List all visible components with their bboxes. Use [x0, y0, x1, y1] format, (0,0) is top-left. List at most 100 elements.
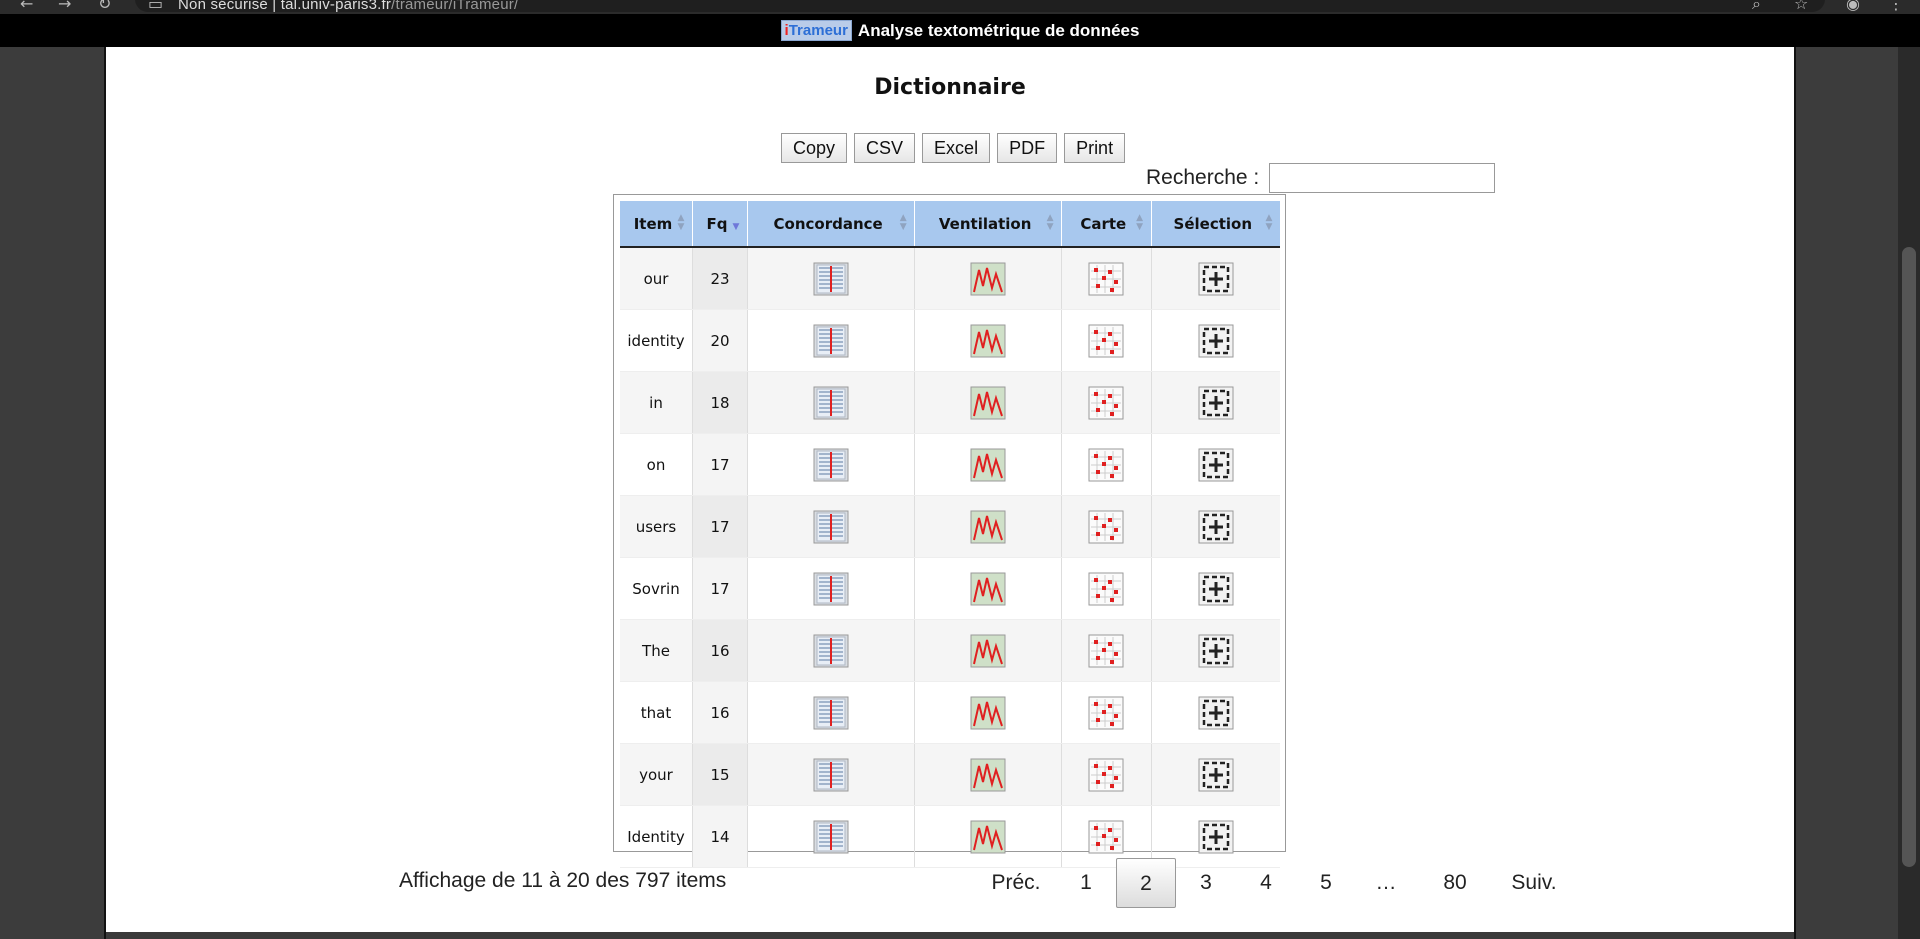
frequency-cell: 16 [692, 619, 748, 682]
concordance-list-icon[interactable] [813, 510, 849, 543]
distribution-graph-icon[interactable] [970, 324, 1006, 357]
bookmark-star-icon[interactable]: ☆ [1794, 0, 1808, 12]
item-cell: on [620, 433, 693, 496]
map-grid-icon[interactable] [1088, 262, 1124, 295]
column-header-item[interactable]: Item ▲ ▼ [620, 201, 693, 248]
page-button-3[interactable]: 3 [1176, 858, 1236, 908]
distribution-graph-icon[interactable] [970, 696, 1006, 729]
sort-desc-icon: ▼ [732, 222, 740, 232]
distribution-graph-icon[interactable] [970, 448, 1006, 481]
add-selection-icon[interactable] [1198, 634, 1234, 667]
column-header-concordance[interactable]: Concordance ▲ ▼ [747, 201, 916, 248]
frequency-cell: 17 [692, 557, 748, 620]
menu-kebab-icon[interactable]: ⋮ [1888, 0, 1904, 12]
frequency-cell: 15 [692, 743, 748, 806]
distribution-graph-icon[interactable] [970, 386, 1006, 419]
item-cell: in [620, 371, 693, 434]
concordance-cell [747, 805, 916, 868]
distribution-graph-icon[interactable] [970, 758, 1006, 791]
concordance-list-icon[interactable] [813, 634, 849, 667]
sort-icon: ▲ ▼ [1136, 213, 1143, 232]
carte-cell [1061, 433, 1152, 496]
concordance-list-icon[interactable] [813, 820, 849, 853]
table-row: identity 20 [620, 309, 1280, 372]
concordance-list-icon[interactable] [813, 572, 849, 605]
print-button[interactable]: Print [1064, 133, 1126, 163]
map-grid-icon[interactable] [1088, 696, 1124, 729]
concordance-list-icon[interactable] [813, 324, 849, 357]
add-selection-icon[interactable] [1198, 820, 1234, 853]
forward-icon[interactable]: → [58, 0, 71, 12]
concordance-cell [747, 371, 916, 434]
page-scrollbar[interactable] [1898, 47, 1920, 939]
reload-icon[interactable]: ↻ [98, 0, 111, 12]
map-grid-icon[interactable] [1088, 324, 1124, 357]
ventilation-cell [914, 495, 1063, 558]
distribution-graph-icon[interactable] [970, 820, 1006, 853]
map-grid-icon[interactable] [1088, 448, 1124, 481]
browser-chrome: ← → ↻ ▭ Non sécurisé | tal.univ-paris3.f… [0, 0, 1920, 14]
page-info-icon[interactable]: ▭ [148, 0, 163, 12]
page-button-2[interactable]: 2 [1116, 858, 1176, 908]
frequency-cell: 17 [692, 433, 748, 496]
concordance-list-icon[interactable] [813, 386, 849, 419]
ventilation-cell [914, 681, 1063, 744]
page-title: Dictionnaire [874, 75, 1026, 100]
csv-button[interactable]: CSV [854, 133, 916, 163]
next-page-button[interactable]: Suiv. [1494, 858, 1574, 908]
map-grid-icon[interactable] [1088, 572, 1124, 605]
map-grid-icon[interactable] [1088, 510, 1124, 543]
concordance-list-icon[interactable] [813, 448, 849, 481]
table-row: in 18 [620, 371, 1280, 434]
distribution-graph-icon[interactable] [970, 572, 1006, 605]
selection-cell [1151, 371, 1280, 434]
carte-cell [1061, 495, 1152, 558]
zoom-icon[interactable]: ⌕ [1752, 0, 1761, 12]
selection-cell [1151, 247, 1280, 310]
table-row: The 16 [620, 619, 1280, 682]
map-grid-icon[interactable] [1088, 820, 1124, 853]
distribution-graph-icon[interactable] [970, 262, 1006, 295]
map-grid-icon[interactable] [1088, 386, 1124, 419]
add-selection-icon[interactable] [1198, 262, 1234, 295]
add-selection-icon[interactable] [1198, 758, 1234, 791]
prev-page-button[interactable]: Préc. [976, 858, 1056, 908]
concordance-list-icon[interactable] [813, 262, 849, 295]
map-grid-icon[interactable] [1088, 634, 1124, 667]
address-url: Non sécurisé | tal.univ-paris3.fr/trameu… [178, 0, 519, 13]
add-selection-icon[interactable] [1198, 324, 1234, 357]
concordance-cell [747, 681, 916, 744]
page-button-1[interactable]: 1 [1056, 858, 1116, 908]
concordance-list-icon[interactable] [813, 696, 849, 729]
column-header-ventilation[interactable]: Ventilation ▲ ▼ [914, 201, 1063, 248]
page-button-80[interactable]: 80 [1416, 858, 1494, 908]
column-header-carte[interactable]: Carte ▲ ▼ [1061, 201, 1152, 248]
concordance-cell [747, 743, 916, 806]
app-logo[interactable]: iTrameur [780, 20, 852, 41]
concordance-cell [747, 309, 916, 372]
page-button-5[interactable]: 5 [1296, 858, 1356, 908]
add-selection-icon[interactable] [1198, 510, 1234, 543]
add-selection-icon[interactable] [1198, 696, 1234, 729]
frequency-cell: 20 [692, 309, 748, 372]
excel-button[interactable]: Excel [922, 133, 991, 163]
distribution-graph-icon[interactable] [970, 510, 1006, 543]
add-selection-icon[interactable] [1198, 448, 1234, 481]
pdf-button[interactable]: PDF [997, 133, 1058, 163]
column-header-fq[interactable]: Fq ▼ [692, 201, 748, 248]
add-selection-icon[interactable] [1198, 572, 1234, 605]
profile-icon[interactable]: ◉ [1846, 0, 1860, 12]
distribution-graph-icon[interactable] [970, 634, 1006, 667]
search-input[interactable] [1269, 163, 1496, 193]
scrollbar-thumb[interactable] [1902, 247, 1916, 867]
column-header-selection[interactable]: Sélection ▲ ▼ [1151, 201, 1280, 248]
dictionary-table: Item ▲ ▼ Fq ▼ Concordance ▲ ▼ Ventilation ▲ ▼ C… [620, 201, 1280, 868]
page-button-4[interactable]: 4 [1236, 858, 1296, 908]
back-icon[interactable]: ← [20, 0, 33, 12]
add-selection-icon[interactable] [1198, 386, 1234, 419]
concordance-list-icon[interactable] [813, 758, 849, 791]
item-cell: The [620, 619, 693, 682]
selection-cell [1151, 557, 1280, 620]
map-grid-icon[interactable] [1088, 758, 1124, 791]
copy-button[interactable]: Copy [781, 133, 848, 163]
